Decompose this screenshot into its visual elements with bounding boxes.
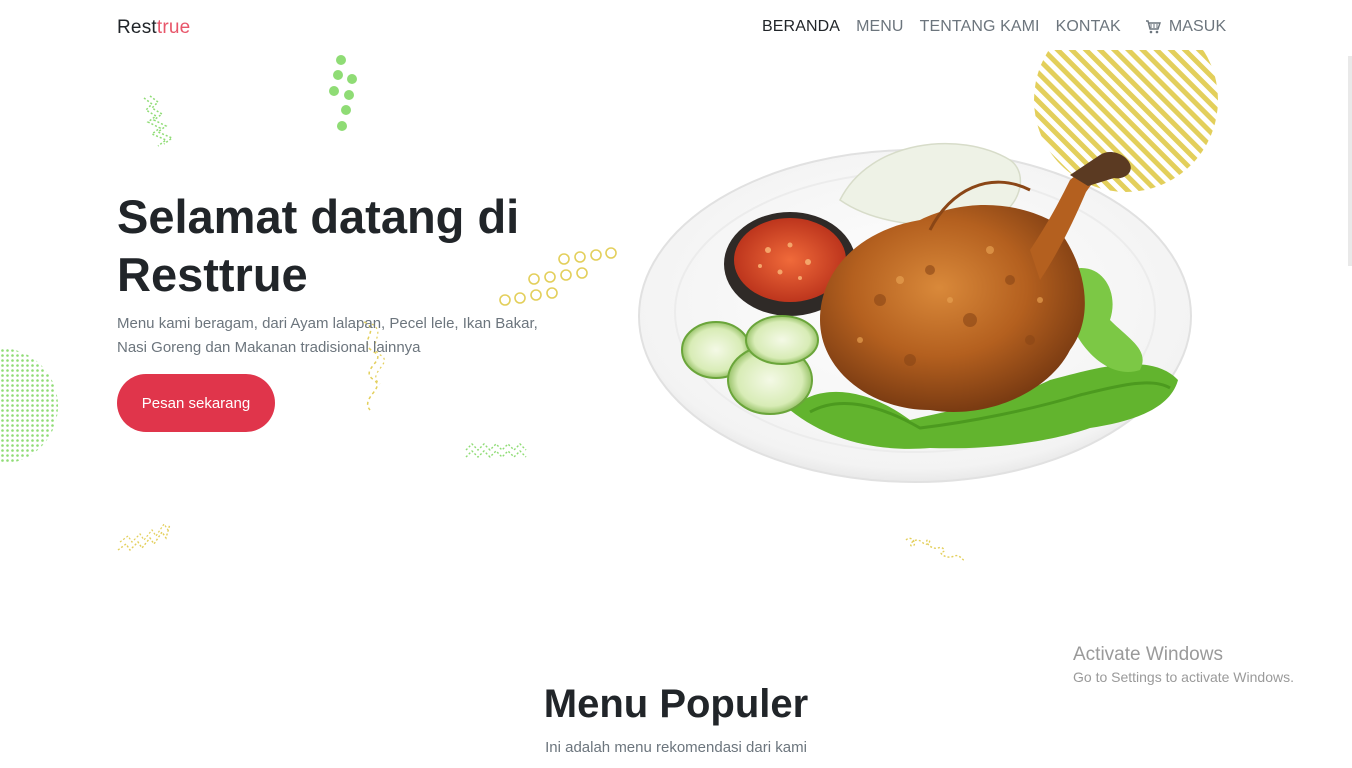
watermark-line1: Activate Windows: [1073, 644, 1223, 665]
nav-item-tentang-kami[interactable]: TENTANG KAMI: [920, 18, 1040, 36]
nav-item-kontak[interactable]: KONTAK: [1056, 18, 1121, 36]
green-zigzag-decoration: [143, 95, 174, 147]
yellow-loops-decoration: [905, 537, 965, 561]
scrollbar[interactable]: [1348, 56, 1352, 266]
cart-icon: [1145, 20, 1161, 34]
popular-menu-title: Menu Populer: [543, 682, 809, 726]
main-nav: BERANDA MENU TENTANG KAMI KONTAK MASUK: [762, 18, 1226, 36]
green-halftone-decoration: [0, 348, 58, 464]
hero-title: Selamat datang di Resttrue: [117, 190, 520, 301]
hero-description: Menu kami beragam, dari Ayam lalapan, Pe…: [117, 315, 538, 356]
login-label: MASUK: [1168, 18, 1227, 35]
order-now-button[interactable]: Pesan sekarang: [117, 374, 275, 432]
login-link[interactable]: MASUK: [1145, 18, 1226, 36]
nav-item-beranda[interactable]: BERANDA: [762, 18, 840, 36]
brand-name-part1: Rest: [117, 17, 157, 38]
brand-name-part2: true: [156, 17, 191, 38]
nav-item-menu[interactable]: MENU: [856, 18, 904, 36]
green-dots-decoration: [329, 55, 357, 131]
brand-logo[interactable]: Resttrue: [117, 17, 190, 39]
activate-windows-watermark: Activate Windows Go to Settings to activ…: [1073, 644, 1294, 685]
yellow-zigzag-decoration: [117, 522, 171, 552]
navbar: Resttrue BERANDA MENU TENTANG KAMI KONTA…: [0, 0, 1352, 56]
popular-menu-subtitle: Ini adalah menu rekomendasi dari kami: [545, 739, 807, 756]
green-wave-decoration: [465, 443, 527, 458]
fried-chicken-plate-image: [638, 50, 1218, 483]
